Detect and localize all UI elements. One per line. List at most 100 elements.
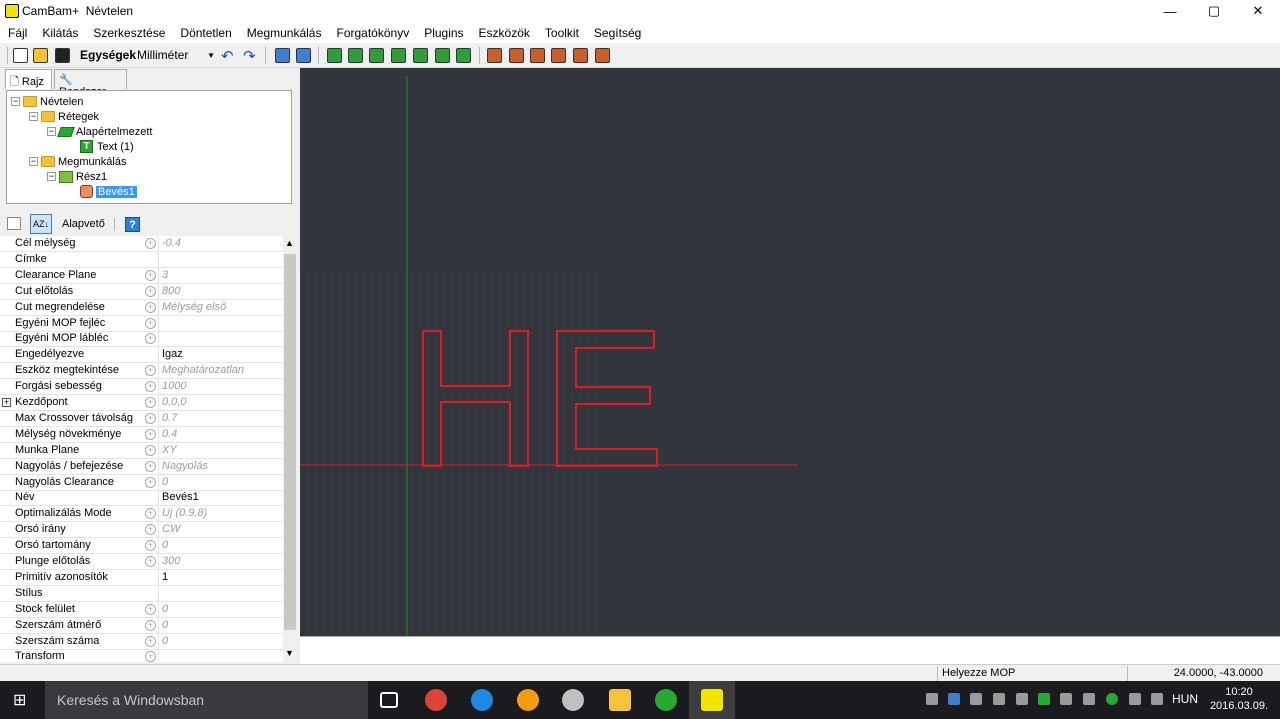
drawing-canvas[interactable] bbox=[300, 68, 1280, 636]
snap-grid-icon[interactable] bbox=[275, 48, 290, 63]
property-value[interactable]: CW bbox=[162, 523, 282, 535]
maximize-button[interactable]: ▢ bbox=[1192, 0, 1236, 22]
language-indicator[interactable]: HUN bbox=[1172, 692, 1198, 706]
tree-node-default-layer[interactable]: − Alapértelmezett bbox=[47, 124, 152, 139]
collapse-icon[interactable]: − bbox=[11, 97, 20, 106]
profile-mop-icon[interactable] bbox=[487, 48, 502, 63]
cambam-taskbar-button[interactable] bbox=[689, 681, 735, 719]
new-file-icon[interactable] bbox=[13, 48, 28, 63]
scroll-thumb[interactable] bbox=[284, 254, 296, 630]
property-row[interactable]: Forgási sebesség +1000 bbox=[0, 379, 283, 396]
default-value-icon[interactable]: + bbox=[145, 333, 156, 345]
property-row[interactable]: Optimalizálás Mode + Új (0.9.8) bbox=[0, 506, 283, 523]
property-row[interactable]: Cut megrendelése + Mélység első bbox=[0, 299, 283, 316]
generate-toolpath-icon[interactable] bbox=[573, 48, 588, 63]
tray-app-icon[interactable] bbox=[970, 693, 982, 705]
property-row[interactable]: Szerszám átmérő +0 bbox=[0, 617, 283, 634]
property-value[interactable]: -0.4 bbox=[162, 237, 282, 249]
tab-drawing[interactable]: 🗋 Rajz bbox=[5, 69, 52, 89]
tray-app-icon[interactable] bbox=[1016, 693, 1028, 705]
gcode-icon[interactable] bbox=[595, 48, 610, 63]
property-row[interactable]: Cut előtolás +800 bbox=[0, 283, 283, 300]
drill-mop-icon[interactable] bbox=[551, 48, 566, 63]
engrave-mop-icon[interactable] bbox=[530, 48, 545, 63]
property-row[interactable]: Egyéni MOP fejléc + bbox=[0, 315, 283, 332]
alphabetical-sort-icon[interactable]: AZ↓ bbox=[30, 214, 52, 234]
app-icon[interactable] bbox=[562, 689, 584, 711]
collapse-icon[interactable]: − bbox=[47, 172, 56, 181]
menu-plugins[interactable]: Plugins bbox=[424, 26, 463, 40]
default-value-icon[interactable]: + bbox=[145, 317, 156, 329]
menu-tools[interactable]: Eszközök bbox=[479, 26, 530, 40]
property-row[interactable]: Max Crossover távolság +0.7 bbox=[0, 410, 283, 427]
property-row[interactable]: + Kezdőpont +0,0,0 bbox=[0, 395, 283, 411]
property-row[interactable]: Clearance Plane +3 bbox=[0, 267, 283, 284]
property-row[interactable]: Orsó tartomány +0 bbox=[0, 538, 283, 555]
property-row[interactable]: Eszköz megtekintése + Meghatározatlan bbox=[0, 363, 283, 380]
undo-icon[interactable]: ↶ bbox=[221, 47, 234, 65]
save-icon[interactable] bbox=[55, 48, 70, 63]
text-tool-icon[interactable] bbox=[413, 48, 428, 63]
default-value-icon[interactable]: + bbox=[145, 619, 156, 631]
menu-help[interactable]: Segítség bbox=[594, 26, 641, 40]
tray-app-icon[interactable] bbox=[948, 693, 960, 705]
property-row[interactable]: Címke bbox=[0, 251, 283, 268]
task-view-icon[interactable] bbox=[380, 692, 398, 708]
wifi-icon[interactable] bbox=[1129, 693, 1141, 705]
tree-node-machining[interactable]: − Megmunkálás bbox=[29, 154, 126, 169]
property-value[interactable]: 0.7 bbox=[162, 412, 282, 424]
property-value[interactable]: Igaz bbox=[162, 348, 282, 360]
taskbar-search-input[interactable]: Keresés a Windowsban bbox=[45, 681, 368, 719]
menu-draw[interactable]: Döntetlen bbox=[180, 26, 231, 40]
menu-machining[interactable]: Megmunkálás bbox=[247, 26, 322, 40]
open-folder-icon[interactable] bbox=[33, 48, 48, 63]
scroll-up-icon[interactable]: ▲ bbox=[285, 238, 294, 248]
region-icon[interactable] bbox=[435, 48, 450, 63]
tray-app-icon[interactable] bbox=[993, 693, 1005, 705]
property-row[interactable]: Plunge előtolás +300 bbox=[0, 554, 283, 570]
property-value[interactable]: Új (0.9.8) bbox=[162, 507, 282, 519]
surface-icon[interactable] bbox=[456, 48, 471, 63]
property-value[interactable]: 800 bbox=[162, 285, 282, 297]
battery-icon[interactable] bbox=[1083, 693, 1095, 705]
property-row[interactable]: Stílus bbox=[0, 585, 283, 602]
volume-icon[interactable] bbox=[1060, 693, 1072, 705]
property-row[interactable]: Transform + bbox=[0, 649, 283, 662]
property-row[interactable]: Munka Plane + XY bbox=[0, 442, 283, 459]
collapse-icon[interactable]: − bbox=[47, 127, 56, 136]
menu-view[interactable]: Kilátás bbox=[42, 26, 78, 40]
close-button[interactable]: ✕ bbox=[1236, 0, 1280, 22]
property-value[interactable]: 0,0,0 bbox=[162, 396, 282, 408]
property-scrollbar[interactable]: ▲ ▼ bbox=[283, 236, 297, 662]
property-row[interactable]: Stock felület +0 bbox=[0, 601, 283, 618]
taskbar-clock[interactable]: 10:20 2016.03.09. bbox=[1205, 685, 1273, 713]
scroll-down-icon[interactable]: ▼ bbox=[285, 648, 294, 658]
minimize-button[interactable]: — bbox=[1148, 0, 1192, 22]
default-value-icon[interactable]: + bbox=[145, 476, 156, 488]
default-value-icon[interactable]: + bbox=[145, 238, 156, 249]
property-value[interactable]: Meghatározatlan bbox=[162, 364, 282, 376]
polyline-icon[interactable] bbox=[327, 48, 342, 63]
categorized-icon[interactable] bbox=[7, 217, 21, 230]
help-icon[interactable]: ? bbox=[125, 217, 140, 232]
property-value[interactable]: 300 bbox=[162, 555, 282, 567]
show-grid-icon[interactable] bbox=[296, 48, 311, 63]
property-row[interactable]: Orsó irány + CW bbox=[0, 522, 283, 539]
default-value-icon[interactable]: + bbox=[145, 428, 156, 440]
default-value-icon[interactable]: + bbox=[145, 603, 156, 615]
property-value[interactable]: 0 bbox=[162, 619, 282, 631]
default-value-icon[interactable]: + bbox=[145, 540, 156, 552]
onedrive-icon[interactable] bbox=[926, 693, 938, 705]
tree-node-mop[interactable]: Bevés1 bbox=[80, 184, 137, 199]
default-value-icon[interactable]: + bbox=[145, 508, 156, 520]
property-row[interactable]: Nagyolás Clearance +0 bbox=[0, 474, 283, 491]
property-value[interactable]: Mélység első bbox=[162, 301, 282, 313]
menu-edit[interactable]: Szerkesztése bbox=[93, 26, 165, 40]
property-value[interactable]: 1 bbox=[162, 571, 282, 583]
file-explorer-icon[interactable] bbox=[609, 689, 631, 711]
property-value[interactable]: 0 bbox=[162, 539, 282, 551]
menu-file[interactable]: Fájl bbox=[8, 26, 27, 40]
windows-start-icon[interactable]: ⊞ bbox=[13, 692, 30, 709]
default-value-icon[interactable]: + bbox=[145, 397, 156, 408]
property-row[interactable]: Mélység növekménye +0.4 bbox=[0, 426, 283, 443]
